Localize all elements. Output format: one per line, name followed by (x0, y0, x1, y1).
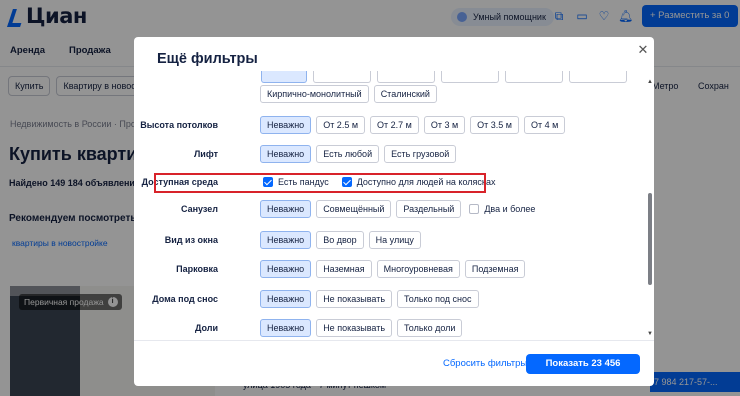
option-stub[interactable] (261, 71, 307, 83)
option-stub[interactable] (505, 71, 563, 83)
option-any-elevator[interactable]: Есть любой (316, 145, 380, 163)
option-freight-elevator[interactable]: Есть грузовой (384, 145, 457, 163)
filter-label: Санузел (180, 204, 218, 214)
option-street[interactable]: На улицу (368, 231, 421, 249)
option-combined[interactable]: Совмещённый (316, 200, 392, 218)
filter-label: Вид из окна (164, 235, 218, 245)
filter-row-bathroom: Санузел Неважно Совмещённый Раздельный Д… (134, 200, 634, 220)
filter-label: Лифт (193, 149, 218, 159)
option-brick-monolith[interactable]: Кирпично-монолитный (260, 85, 369, 103)
close-icon[interactable]: ✕ (637, 43, 649, 57)
option-underground[interactable]: Подземная (464, 260, 526, 278)
option-any[interactable]: Неважно (260, 145, 312, 163)
option-from-2-7[interactable]: От 2.7 м (370, 116, 419, 134)
modal-footer: Сбросить фильтры Показать 23 456 объекто… (134, 340, 654, 386)
filter-row-demolition: Дома под снос Неважно Не показывать Толь… (134, 290, 634, 310)
scroll-up-arrow-icon[interactable]: ▲ (647, 79, 653, 85)
filter-row-elevator: Лифт Неважно Есть любой Есть грузовой (134, 145, 634, 165)
option-yard[interactable]: Во двор (316, 231, 364, 249)
option-any[interactable]: Неважно (260, 319, 312, 337)
reset-filters-button[interactable]: Сбросить фильтры (443, 358, 527, 369)
filter-row-shares: Доли Неважно Не показывать Только доли (134, 319, 634, 339)
scrollbar-thumb[interactable] (648, 193, 652, 285)
option-separate[interactable]: Раздельный (396, 200, 462, 218)
option-only-shares[interactable]: Только доли (397, 319, 463, 337)
checkbox-unchecked-icon[interactable] (469, 204, 480, 214)
option-from-3[interactable]: От 3 м (423, 116, 466, 134)
option-stub[interactable] (569, 71, 627, 83)
option-stalin[interactable]: Сталинский (373, 85, 437, 103)
option-from-2-5[interactable]: От 2.5 м (316, 116, 366, 134)
option-hide[interactable]: Не показывать (316, 290, 393, 308)
filter-label: Высота потолков (140, 120, 218, 130)
option-from-4[interactable]: От 4 м (524, 116, 566, 134)
checkbox-label: Два и более (484, 204, 536, 214)
filter-row-window-view: Вид из окна Неважно Во двор На улицу (134, 231, 634, 251)
modal-title: Ещё фильтры (157, 51, 258, 67)
filter-row-parking: Парковка Неважно Наземная Многоуровневая… (134, 260, 634, 280)
cut-off-options-row (261, 71, 627, 83)
filters-scroll-area: Кирпично-монолитный Сталинский Высота по… (134, 71, 654, 340)
two-or-more-checkbox[interactable]: Два и более (469, 200, 535, 218)
modal-scrollbar[interactable]: ▲ ▼ (646, 73, 654, 340)
option-from-3-5[interactable]: От 3.5 м (470, 116, 519, 134)
filter-label: Дома под снос (152, 294, 218, 304)
more-filters-modal: Ещё фильтры ✕ Кирпично-монолитный Сталин… (134, 37, 654, 386)
option-stub[interactable] (377, 71, 435, 83)
option-hide[interactable]: Не показывать (316, 319, 393, 337)
option-any[interactable]: Неважно (260, 200, 312, 218)
show-results-button[interactable]: Показать 23 456 объектов (526, 354, 640, 386)
option-only-demolition[interactable]: Только под снос (397, 290, 479, 308)
filter-label: Парковка (176, 264, 218, 274)
option-multilevel[interactable]: Многоуровневая (376, 260, 460, 278)
option-stub[interactable] (313, 71, 371, 83)
filter-row-building-type: Кирпично-монолитный Сталинский (134, 85, 634, 105)
option-any[interactable]: Неважно (260, 260, 312, 278)
option-stub[interactable] (441, 71, 499, 83)
option-any[interactable]: Неважно (260, 116, 312, 134)
filter-label: Доли (194, 323, 218, 333)
option-ground[interactable]: Наземная (316, 260, 372, 278)
scroll-down-arrow-icon[interactable]: ▼ (647, 331, 653, 337)
highlight-box (154, 173, 486, 193)
option-any[interactable]: Неважно (260, 290, 312, 308)
filter-row-ceiling-height: Высота потолков Неважно От 2.5 м От 2.7 … (134, 116, 634, 136)
option-any[interactable]: Неважно (260, 231, 312, 249)
